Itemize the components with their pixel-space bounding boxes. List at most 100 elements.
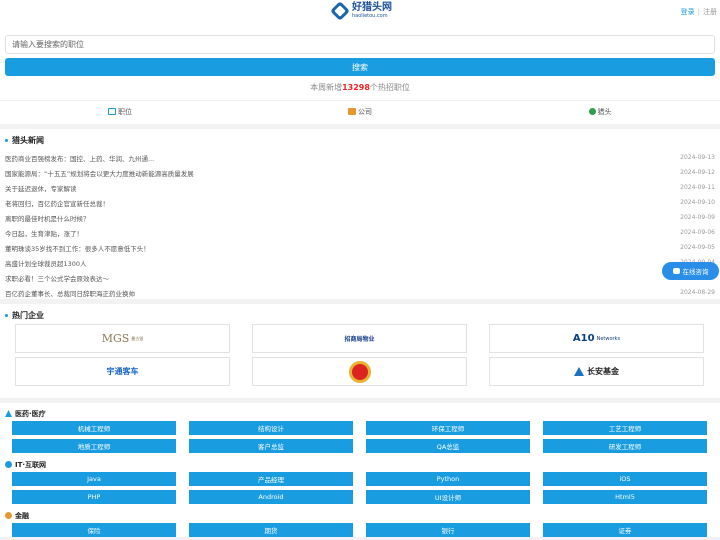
news-date: 2024-09-13 bbox=[680, 154, 715, 161]
category-link[interactable]: 客户总监 bbox=[189, 439, 353, 453]
news-title[interactable]: 离职的最佳时机是什么时候？ bbox=[5, 213, 90, 223]
login-link[interactable]: 登录 bbox=[681, 8, 695, 16]
coin-icon bbox=[5, 512, 12, 519]
company-card-circle[interactable] bbox=[252, 357, 467, 386]
news-date: 2024-09-09 bbox=[680, 214, 715, 221]
category-link[interactable]: 工艺工程师 bbox=[543, 421, 707, 435]
category-link[interactable]: 期货 bbox=[189, 523, 353, 537]
company-card-mgs[interactable]: MGS 曼古银 bbox=[15, 324, 230, 353]
news-item[interactable]: 国家能源局：“十五五”规划将会以更大力度推动新能源高质量发展 2024-09-12 bbox=[5, 165, 715, 180]
stats-prefix: 本周新增 bbox=[310, 83, 343, 92]
category-link[interactable]: 保险 bbox=[12, 523, 176, 537]
news-item[interactable]: 今日起，生育津贴，涨了！ 2024-09-06 bbox=[5, 225, 715, 240]
company-card-zsj[interactable]: 招商局物业 bbox=[252, 324, 467, 353]
tab-label: 猎头 bbox=[597, 107, 612, 116]
site-logo[interactable]: 好猎头网 haolietou.com bbox=[330, 1, 392, 21]
company-logo: 长安基金 bbox=[587, 367, 619, 376]
section-title: 热门企业 bbox=[12, 310, 44, 320]
news-date: 2024-08-29 bbox=[680, 289, 715, 296]
category-title: 医药·医疗 bbox=[15, 409, 46, 418]
company-logo-sub: 曼古银 bbox=[131, 335, 144, 341]
page: 好猎头网 haolietou.com 登录|注册 搜索 本周新增13298个热招… bbox=[0, 0, 720, 540]
company-emblem-icon bbox=[348, 360, 371, 383]
register-link[interactable]: 注册 bbox=[703, 8, 717, 16]
news-item[interactable]: 医药商业百强榜发布：国控、上药、华润、九州通... 2024-09-13 bbox=[5, 150, 715, 165]
category-link[interactable]: 产品经理 bbox=[189, 472, 353, 486]
category-link[interactable]: UI设计师 bbox=[366, 490, 530, 504]
news-item[interactable]: 老将回归，百亿药企官宣新任总裁！ 2024-09-10 bbox=[5, 195, 715, 210]
search-tabs: 职位 公司 猎头 bbox=[0, 100, 720, 122]
company-triangle-icon bbox=[574, 367, 584, 376]
category-link[interactable]: Java bbox=[12, 472, 176, 486]
logo-domain: haolietou.com bbox=[352, 13, 388, 19]
job-stats: 本周新增13298个热招职位 bbox=[5, 82, 715, 93]
search-button[interactable]: 搜索 bbox=[5, 58, 715, 76]
category-link[interactable]: Python bbox=[366, 472, 530, 486]
category-medical: 医药·医疗 机械工程师 结构设计 环保工程师 工艺工程师 地质工程师 客户总监 … bbox=[0, 407, 720, 453]
news-list: 医药商业百强榜发布：国控、上药、华润、九州通... 2024-09-13 国家能源… bbox=[5, 150, 715, 300]
company-logo: MGS bbox=[101, 332, 130, 345]
category-link[interactable]: Android bbox=[189, 490, 353, 504]
news-item[interactable]: 高盛计划全球裁员超1300人2024-09-04 bbox=[5, 255, 715, 270]
tab-companies[interactable]: 公司 bbox=[240, 101, 480, 122]
category-link[interactable]: iOS bbox=[543, 472, 707, 486]
category-link[interactable]: QA总监 bbox=[366, 439, 530, 453]
briefcase-icon bbox=[108, 108, 116, 115]
news-item[interactable]: 关于延迟退休，专家解读 2024-09-11 bbox=[5, 180, 715, 195]
companies-section: 热门企业 MGS 曼古银 招商局物业 A10 Networks 宇通客车 长安基… bbox=[0, 304, 720, 398]
bullet-icon bbox=[5, 138, 8, 142]
bullet-icon bbox=[5, 313, 8, 317]
header: 好猎头网 haolietou.com 登录 | 注册 bbox=[0, 0, 720, 26]
news-title[interactable]: 老将回归，百亿药企官宣新任总裁！ bbox=[5, 198, 109, 208]
news-title[interactable]: 医药商业百强榜发布：国控、上药、华润、九州通... bbox=[5, 153, 154, 163]
category-link[interactable]: 地质工程师 bbox=[12, 439, 176, 453]
news-title[interactable]: 国家能源局：“十五五”规划将会以更大力度推动新能源高质量发展 bbox=[5, 168, 194, 178]
person-icon bbox=[588, 108, 596, 115]
flask-icon bbox=[5, 410, 12, 417]
news-item[interactable]: 百亿药企董事长、总裁同日辞职海正药业换帅 2024-08-29 bbox=[5, 285, 715, 300]
category-link[interactable]: 机械工程师 bbox=[12, 421, 176, 435]
globe-icon bbox=[5, 461, 12, 468]
category-link[interactable]: 证券 bbox=[543, 523, 707, 537]
categories-section: 医药·医疗 机械工程师 结构设计 环保工程师 工艺工程师 地质工程师 客户总监 … bbox=[0, 403, 720, 537]
tab-hunters[interactable]: 猎头 bbox=[480, 101, 720, 122]
company-logo: 招商局物业 bbox=[344, 336, 375, 343]
news-item[interactable]: 离职的最佳时机是什么时候？ 2024-09-09 bbox=[5, 210, 715, 225]
news-date: 2024-09-12 bbox=[680, 169, 715, 176]
news-title[interactable]: 求职必看！三个公式学会原效表达～ bbox=[5, 273, 109, 283]
search-input[interactable] bbox=[5, 35, 715, 54]
category-link[interactable]: PHP bbox=[12, 490, 176, 504]
news-date: 2024-09-11 bbox=[680, 184, 715, 191]
news-title[interactable]: 百亿药企董事长、总裁同日辞职海正药业换帅 bbox=[5, 288, 135, 298]
auth-links: 登录 | 注册 bbox=[681, 7, 717, 17]
news-date: 2024-09-10 bbox=[680, 199, 715, 206]
news-title[interactable]: 董明珠谈35岁找不到工作：很多人不愿意低下头！ bbox=[5, 243, 150, 253]
company-card-changan[interactable]: 长安基金 bbox=[489, 357, 704, 386]
news-title[interactable]: 关于延迟退休，专家解读 bbox=[5, 183, 77, 193]
category-title: IT·互联网 bbox=[15, 460, 47, 469]
news-item[interactable]: 求职必看！三个公式学会原效表达～2024-09-03 bbox=[5, 270, 715, 285]
tab-jobs[interactable]: 职位 bbox=[0, 101, 240, 122]
category-link[interactable]: 银行 bbox=[366, 523, 530, 537]
company-card-yutong[interactable]: 宇通客车 bbox=[15, 357, 230, 386]
category-title: 金融 bbox=[15, 511, 29, 520]
news-item[interactable]: 董明珠谈35岁找不到工作：很多人不愿意低下头！ 2024-09-05 bbox=[5, 240, 715, 255]
search-area: 搜索 本周新增13298个热招职位 职位 公司 猎头 bbox=[0, 26, 720, 124]
category-it: IT·互联网 Java 产品经理 Python iOS PHP Android … bbox=[0, 458, 720, 504]
company-grid: MGS 曼古银 招商局物业 A10 Networks 宇通客车 长安基金 bbox=[5, 324, 715, 386]
category-link[interactable]: 结构设计 bbox=[189, 421, 353, 435]
chat-label: 在线咨询 bbox=[682, 268, 709, 276]
online-chat-button[interactable]: 在线咨询 bbox=[662, 262, 719, 280]
tab-label: 公司 bbox=[358, 107, 372, 116]
company-card-a10[interactable]: A10 Networks bbox=[489, 324, 704, 353]
stats-count: 13298 bbox=[342, 83, 370, 92]
news-date: 2024-09-06 bbox=[680, 229, 715, 236]
section-title: 猎头新闻 bbox=[12, 135, 44, 145]
category-link[interactable]: 环保工程师 bbox=[366, 421, 530, 435]
category-link[interactable]: 研发工程师 bbox=[543, 439, 707, 453]
category-link[interactable]: Html5 bbox=[543, 490, 707, 504]
category-finance: 金融 保险 期货 银行 证券 bbox=[0, 509, 720, 537]
news-title[interactable]: 高盛计划全球裁员超1300人 bbox=[5, 258, 87, 268]
news-section: 猎头新闻 医药商业百强榜发布：国控、上药、华润、九州通... 2024-09-13… bbox=[0, 129, 720, 299]
news-title[interactable]: 今日起，生育津贴，涨了！ bbox=[5, 228, 83, 238]
